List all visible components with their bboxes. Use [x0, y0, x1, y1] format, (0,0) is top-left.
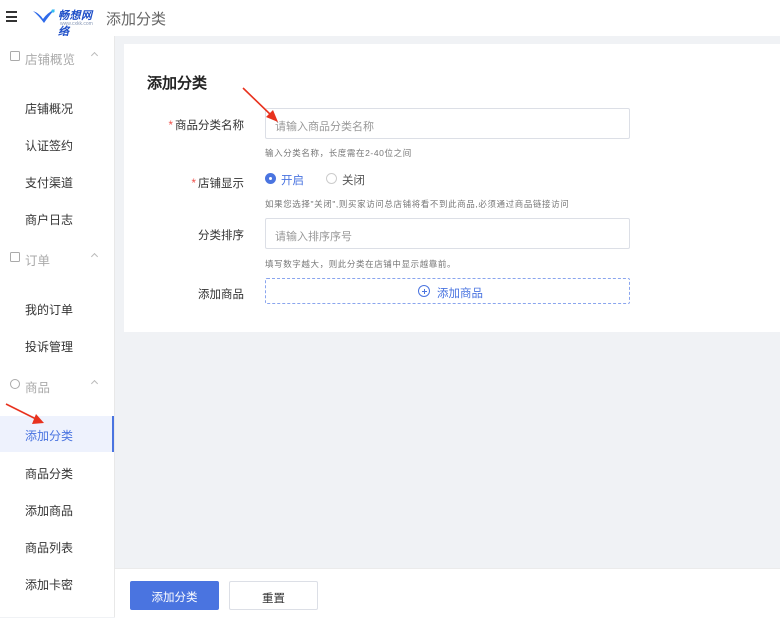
sidebar-item-add-goods[interactable]: 添加商品: [0, 491, 113, 527]
sidebar-item-complaints[interactable]: 投诉管理: [0, 327, 113, 363]
form-title: 添加分类: [147, 75, 208, 92]
store-icon: [10, 51, 20, 61]
sidebar: 店铺概览 店铺概况 认证签约 支付渠道 商户日志 订单 我的订单 投诉管理 商品…: [0, 36, 115, 617]
required-mark: *: [191, 178, 196, 190]
submit-button[interactable]: 添加分类: [130, 581, 219, 610]
chevron-up-icon: [90, 379, 99, 388]
brand-url: www.cxkk.com: [60, 21, 93, 27]
goods-icon: [10, 379, 20, 389]
chevron-up-icon: [90, 252, 99, 261]
menu-toggle-icon[interactable]: [6, 11, 17, 22]
sidebar-item-add-category[interactable]: 添加分类: [0, 416, 114, 452]
sidebar-item-goods-category[interactable]: 商品分类: [0, 454, 113, 490]
radio-unchecked-icon: [326, 173, 337, 184]
page-title: 添加分类: [106, 11, 167, 28]
sidebar-item-payment-channel[interactable]: 支付渠道: [0, 163, 113, 199]
sort-order-input[interactable]: 请输入排序序号: [265, 218, 630, 249]
bird-logo-icon: [33, 9, 55, 23]
radio-checked-icon: [265, 173, 276, 184]
sidebar-item-store-summary[interactable]: 店铺概况: [0, 89, 113, 125]
sidebar-item-add-card-key[interactable]: 添加卡密: [0, 565, 113, 601]
form-actions: 添加分类 重置: [115, 568, 780, 618]
chevron-up-icon: [90, 51, 99, 60]
add-goods-label: 添加商品: [198, 289, 244, 301]
add-goods-button[interactable]: 添加商品: [265, 278, 630, 304]
sidebar-item-certification[interactable]: 认证签约: [0, 126, 113, 162]
top-bar: 畅想网络 www.cxkk.com 添加分类: [0, 0, 780, 38]
sidebar-item-my-orders[interactable]: 我的订单: [0, 290, 113, 326]
store-display-label: * 店铺显示: [191, 178, 244, 190]
plus-circle-icon: [418, 285, 430, 297]
sort-order-hint: 填写数字越大，则此分类在店铺中显示越靠前。: [265, 259, 457, 269]
category-name-label: * 商品分类名称: [168, 120, 244, 132]
category-name-input[interactable]: 请输入商品分类名称: [265, 108, 630, 139]
store-display-hint: 如果您选择"关闭",则买家访问总店铺将看不到此商品,必须通过商品链接访问: [265, 199, 570, 209]
category-name-hint: 输入分类名称，长度需在2-40位之间: [265, 148, 412, 158]
sidebar-item-merchant-log[interactable]: 商户日志: [0, 200, 113, 236]
reset-button[interactable]: 重置: [229, 581, 318, 610]
required-mark: *: [168, 120, 173, 132]
form-card: 添加分类 * 商品分类名称 请输入商品分类名称 输入分类名称，长度需在2-40位之…: [124, 44, 780, 332]
sort-order-label: 分类排序: [198, 230, 244, 242]
order-icon: [10, 252, 20, 262]
sidebar-item-goods-list[interactable]: 商品列表: [0, 528, 113, 564]
brand-logo[interactable]: 畅想网络 www.cxkk.com: [31, 5, 101, 38]
